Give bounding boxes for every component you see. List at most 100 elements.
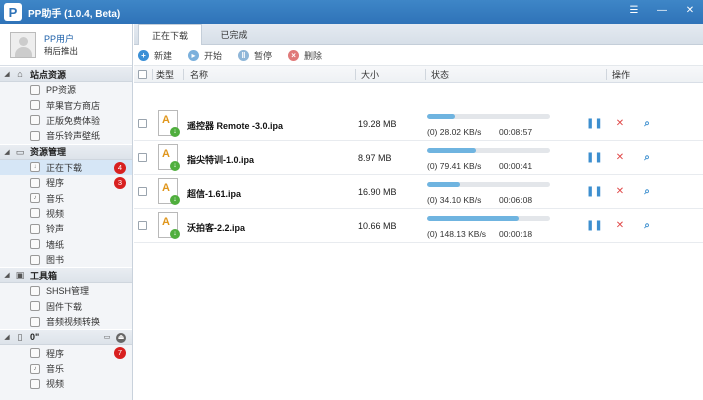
sidebar-item-shsh[interactable]: SHSH管理 bbox=[0, 283, 132, 298]
sidebar-item-ringtones[interactable]: 铃声 bbox=[0, 221, 132, 236]
section-resource-management[interactable]: ◢ ▭ 资源管理 bbox=[0, 143, 132, 160]
start-button[interactable]: ▸ 开始 bbox=[188, 49, 222, 62]
delete-icon[interactable]: ✕ bbox=[614, 220, 626, 232]
home-icon: ⌂ bbox=[17, 69, 23, 79]
pause-icon[interactable]: ❚❚ bbox=[586, 186, 603, 198]
download-icon: ↓ bbox=[30, 162, 40, 173]
sidebar-item-device-video[interactable]: 视频 bbox=[0, 376, 132, 391]
sidebar-item-label: 图书 bbox=[46, 255, 65, 266]
delete-icon[interactable]: ✕ bbox=[614, 186, 626, 198]
row-checkbox[interactable] bbox=[138, 153, 147, 162]
row-checkbox[interactable] bbox=[138, 119, 147, 128]
sidebar-item-label: 固件下载 bbox=[46, 301, 83, 312]
collapse-caret-icon[interactable]: ◢ bbox=[0, 70, 14, 78]
search-icon[interactable]: ⌕ bbox=[641, 186, 653, 198]
row-checkbox[interactable] bbox=[138, 187, 147, 196]
sidebar-item-books[interactable]: 图书 bbox=[0, 252, 132, 267]
delete-button[interactable]: × 删除 bbox=[288, 49, 322, 62]
table-row[interactable]: A ↓ 超信-1.61.ipa 16.90 MB (0) 34.10 KB/s 00:06… bbox=[134, 175, 703, 209]
sidebar-item-video[interactable]: 视频 bbox=[0, 206, 132, 221]
sidebar-item-app-store[interactable]: 苹果官方商店 bbox=[0, 97, 132, 112]
tab-completed[interactable]: 已完成 bbox=[202, 25, 266, 44]
pause-button-label: 暂停 bbox=[254, 50, 273, 61]
download-speed: (0) 34.10 KB/s bbox=[427, 195, 482, 205]
count-badge: 4 bbox=[114, 161, 126, 174]
file-name: 沃拍客-2.2.ipa bbox=[187, 223, 246, 233]
collapse-caret-icon[interactable]: ◢ bbox=[0, 333, 14, 341]
play-icon: ▸ bbox=[188, 49, 200, 61]
user-name[interactable]: PP用户 bbox=[44, 33, 78, 45]
store-icon bbox=[30, 100, 40, 111]
convert-icon bbox=[30, 316, 40, 327]
pause-icon: ‖ bbox=[238, 49, 250, 61]
eject-icon[interactable]: ⏏ bbox=[116, 333, 126, 344]
sidebar-item-label: 音乐铃声壁纸 bbox=[46, 131, 101, 142]
download-speed: (0) 79.41 KB/s bbox=[427, 161, 482, 171]
header-size[interactable]: 大小 bbox=[361, 68, 379, 81]
remaining-time: 00:08:57 bbox=[499, 127, 533, 137]
gift-icon bbox=[30, 115, 40, 126]
delete-icon[interactable]: ✕ bbox=[614, 118, 626, 130]
search-icon[interactable]: ⌕ bbox=[641, 220, 653, 232]
delete-icon: × bbox=[288, 49, 300, 61]
progress-bar bbox=[427, 114, 550, 119]
file-name: 指尖特训-1.0.ipa bbox=[187, 155, 255, 165]
menu-icon[interactable]: ☰ bbox=[627, 4, 641, 18]
picture-icon bbox=[30, 239, 40, 250]
collapse-caret-icon[interactable]: ◢ bbox=[0, 148, 14, 156]
sidebar-item-label: 程序 bbox=[46, 348, 65, 359]
header-status[interactable]: 状态 bbox=[431, 68, 449, 81]
music-icon bbox=[30, 130, 40, 141]
file-size: 10.66 MB bbox=[358, 221, 397, 231]
user-box[interactable]: PP用户 稍后推出 bbox=[0, 24, 132, 66]
section-label: 工具箱 bbox=[30, 270, 58, 281]
toolbox-icon: ▣ bbox=[15, 270, 25, 281]
sidebar-item-pp-resources[interactable]: PP资源 bbox=[0, 82, 132, 97]
header-type[interactable]: 类型 bbox=[156, 68, 174, 81]
progress-bar bbox=[427, 148, 550, 153]
select-all-checkbox[interactable] bbox=[138, 70, 147, 79]
download-arrow-icon: ↓ bbox=[170, 161, 180, 171]
search-icon[interactable]: ⌕ bbox=[641, 118, 653, 130]
pause-icon[interactable]: ❚❚ bbox=[586, 220, 603, 232]
row-checkbox[interactable] bbox=[138, 221, 147, 230]
pause-icon[interactable]: ❚❚ bbox=[586, 118, 603, 130]
sidebar-item-wallpaper[interactable]: 墙纸 bbox=[0, 237, 132, 252]
delete-icon[interactable]: ✕ bbox=[614, 152, 626, 164]
ipa-file-icon: A ↓ bbox=[158, 110, 180, 137]
ipa-file-icon: A ↓ bbox=[158, 178, 180, 205]
table-row[interactable]: A ↓ 沃拍客-2.2.ipa 10.66 MB (0) 148.13 KB/s 00:0… bbox=[134, 209, 703, 243]
phone-icon: ▯ bbox=[17, 332, 23, 343]
close-icon[interactable]: ✕ bbox=[683, 4, 697, 18]
sidebar-item-music[interactable]: ♪ 音乐 bbox=[0, 190, 132, 205]
sidebar-item-firmware[interactable]: 固件下载 bbox=[0, 299, 132, 314]
sidebar-item-device-music[interactable]: ♪ 音乐 bbox=[0, 361, 132, 376]
section-toolbox[interactable]: ◢ ▣ 工具箱 bbox=[0, 267, 132, 284]
collapse-caret-icon[interactable]: ◢ bbox=[0, 271, 14, 279]
download-speed: (0) 28.02 KB/s bbox=[427, 127, 482, 137]
sidebar-item-free-trial[interactable]: 正版免费体验 bbox=[0, 113, 132, 128]
remaining-time: 00:00:18 bbox=[499, 229, 533, 239]
sidebar-item-downloading[interactable]: ↓ 正在下载 4 bbox=[0, 159, 132, 175]
shield-icon bbox=[30, 285, 40, 296]
app-title: PP助手 (1.0.4, Beta) bbox=[28, 8, 121, 20]
section-device[interactable]: ◢ ▯ 0" ▭ ⏏ bbox=[0, 329, 132, 346]
book-icon bbox=[30, 254, 40, 265]
new-button[interactable]: + 新建 bbox=[138, 49, 172, 62]
tab-downloading[interactable]: 正在下载 bbox=[138, 24, 202, 45]
pause-button[interactable]: ‖ 暂停 bbox=[238, 49, 272, 62]
sidebar-item-converter[interactable]: 音频视频转换 bbox=[0, 314, 132, 329]
progress-fill bbox=[427, 216, 520, 221]
search-icon[interactable]: ⌕ bbox=[641, 152, 653, 164]
progress-fill bbox=[427, 148, 477, 153]
sidebar-item-device-apps[interactable]: 程序 7 bbox=[0, 345, 132, 360]
apps-icon bbox=[30, 348, 40, 359]
pause-icon[interactable]: ❚❚ bbox=[586, 152, 603, 164]
minimize-icon[interactable]: — bbox=[655, 4, 669, 18]
table-row[interactable]: A ↓ 指尖特训-1.0.ipa 8.97 MB (0) 79.41 KB/s 00:00… bbox=[134, 141, 703, 175]
header-name[interactable]: 名称 bbox=[190, 68, 208, 81]
table-row[interactable]: A ↓ 遥控器 Remote -3.0.ipa 19.28 MB (0) 28.02 K… bbox=[134, 107, 703, 141]
sidebar-item-apps[interactable]: 程序 3 bbox=[0, 175, 132, 190]
section-site-resources[interactable]: ◢ ⌂ 站点资源 bbox=[0, 66, 132, 82]
sidebar-item-music-wallpaper[interactable]: 音乐铃声壁纸 bbox=[0, 128, 132, 143]
